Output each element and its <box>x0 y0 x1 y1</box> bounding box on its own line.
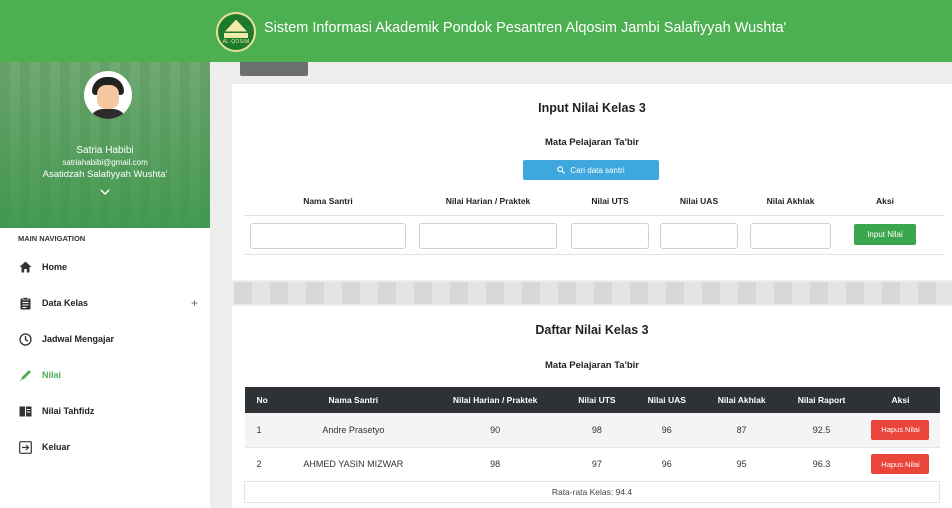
background-pattern-strip <box>234 282 952 304</box>
clipboard-icon <box>18 296 32 310</box>
daftar-nilai-card: Daftar Nilai Kelas 3 Mata Pelajaran Ta'b… <box>232 306 952 508</box>
home-icon <box>18 260 32 274</box>
top-header: AL-QOSIM Sistem Informasi Akademik Pondo… <box>0 0 952 62</box>
col-header-harian: Nilai Harian / Praktek <box>445 196 531 206</box>
input-card-title: Input Nilai Kelas 3 <box>538 101 646 115</box>
input-card-subtitle: Mata Pelajaran Ta'bir <box>545 137 639 148</box>
th-aksi: Aksi <box>861 387 940 413</box>
sidebar-item-label: Jadwal Mengajar <box>42 334 115 344</box>
sidebar-item-label: Home <box>42 262 68 272</box>
class-average: Rata-rata Kelas: 94.4 <box>244 480 940 503</box>
sidebar: Satria Habibi satriahabibi@gmail.com Asa… <box>0 62 210 508</box>
nilai-uas-input[interactable] <box>660 223 738 249</box>
nilai-harian-input[interactable] <box>419 223 557 249</box>
search-icon <box>557 166 566 174</box>
back-button[interactable] <box>240 62 308 76</box>
th-akhlak: Nilai Akhlak <box>701 387 782 413</box>
th-raport: Nilai Raport <box>781 387 862 413</box>
table-row: 1 Andre Prasetyo 90 98 96 87 92.5 Hapus … <box>244 413 940 448</box>
cell-harian: 98 <box>428 447 562 482</box>
average-row: Rata-rata Kelas: 94.4 <box>244 480 940 503</box>
chevron-down-icon[interactable] <box>96 188 114 202</box>
profile-email: satriahabibi@gmail.com <box>62 158 148 167</box>
cell-uas: 96 <box>631 413 702 448</box>
user-profile-panel: Satria Habibi satriahabibi@gmail.com Asa… <box>0 62 210 228</box>
cell-harian: 90 <box>428 413 562 448</box>
school-logo[interactable]: AL-QOSIM <box>216 12 256 52</box>
profile-name: Satria Habibi <box>76 145 134 156</box>
clock-icon <box>18 332 32 346</box>
profile-role: Asatidzah Salafiyyah Wushta' <box>42 169 168 180</box>
cell-raport: 92.5 <box>781 413 862 448</box>
search-santri-button[interactable]: Cari data santri <box>523 160 659 180</box>
cell-akhlak: 95 <box>701 447 782 482</box>
search-button-label: Cari data santri <box>570 165 625 175</box>
sidebar-item-label: Nilai Tahfidz <box>42 406 95 416</box>
nilai-akhlak-input[interactable] <box>750 223 831 249</box>
cell-nama: AHMED YASIN MIZWAR <box>278 447 429 482</box>
sidebar-item-label: Nilai <box>42 370 62 380</box>
nav-heading: MAIN NAVIGATION <box>18 234 86 243</box>
sidebar-item-label: Data Kelas <box>42 298 89 308</box>
col-header-akhlak: Nilai Akhlak <box>766 196 815 206</box>
logo-roof-shape <box>225 19 247 32</box>
cell-aksi: Hapus Nilai <box>861 413 940 448</box>
expand-plus-icon[interactable]: + <box>191 296 198 310</box>
app-title: Sistem Informasi Akademik Pondok Pesantr… <box>264 20 787 36</box>
table-row: 2 AHMED YASIN MIZWAR 98 97 96 95 96.3 Ha… <box>244 447 940 482</box>
sidebar-item-home[interactable]: Home <box>0 254 210 280</box>
cell-uas: 96 <box>631 447 702 482</box>
avatar[interactable] <box>84 71 132 119</box>
col-header-uts: Nilai UTS <box>591 196 629 206</box>
sidebar-item-nilai[interactable]: Nilai <box>0 362 210 388</box>
th-harian: Nilai Harian / Praktek <box>428 387 562 413</box>
sidebar-item-keluar[interactable]: Keluar <box>0 434 210 460</box>
sidebar-item-label: Keluar <box>42 442 71 452</box>
logo-text: AL-QOSIM <box>222 38 250 45</box>
hapus-nilai-button[interactable]: Hapus Nilai <box>871 454 930 474</box>
nilai-table: No Nama Santri Nilai Harian / Praktek Ni… <box>244 387 940 503</box>
logo-base-shape <box>224 32 248 38</box>
col-header-nama: Nama Santri <box>303 196 353 206</box>
input-nilai-card: Input Nilai Kelas 3 Mata Pelajaran Ta'bi… <box>232 84 952 280</box>
sidebar-item-nilai-tahfidz[interactable]: Nilai Tahfidz <box>0 398 210 424</box>
cell-aksi: Hapus Nilai <box>861 447 940 482</box>
input-nilai-button[interactable]: Input Nilai <box>854 224 916 245</box>
th-uts: Nilai UTS <box>561 387 632 413</box>
cell-no: 1 <box>244 413 279 448</box>
cell-nama: Andre Prasetyo <box>278 413 429 448</box>
col-header-uas: Nilai UAS <box>679 196 719 206</box>
book-icon <box>18 404 32 418</box>
sidebar-item-data-kelas[interactable]: Data Kelas + <box>0 290 210 316</box>
cell-uts: 98 <box>561 413 632 448</box>
pencil-icon <box>18 368 32 382</box>
cell-raport: 96.3 <box>781 447 862 482</box>
list-card-title: Daftar Nilai Kelas 3 <box>535 323 649 337</box>
col-header-aksi: Aksi <box>876 196 894 206</box>
table-header-row: No Nama Santri Nilai Harian / Praktek Ni… <box>244 387 940 413</box>
hapus-nilai-button[interactable]: Hapus Nilai <box>871 419 930 440</box>
cell-uts: 97 <box>561 447 632 482</box>
nilai-uts-input[interactable] <box>571 223 649 249</box>
nama-santri-input[interactable] <box>250 223 406 249</box>
sidebar-item-jadwal-mengajar[interactable]: Jadwal Mengajar <box>0 326 210 352</box>
th-uas: Nilai UAS <box>631 387 702 413</box>
list-card-subtitle: Mata Pelajaran Ta'bir <box>545 360 639 371</box>
logout-icon <box>18 440 32 454</box>
th-nama: Nama Santri <box>278 387 429 413</box>
th-no: No <box>244 387 279 413</box>
cell-akhlak: 87 <box>701 413 782 448</box>
cell-no: 2 <box>244 447 279 482</box>
